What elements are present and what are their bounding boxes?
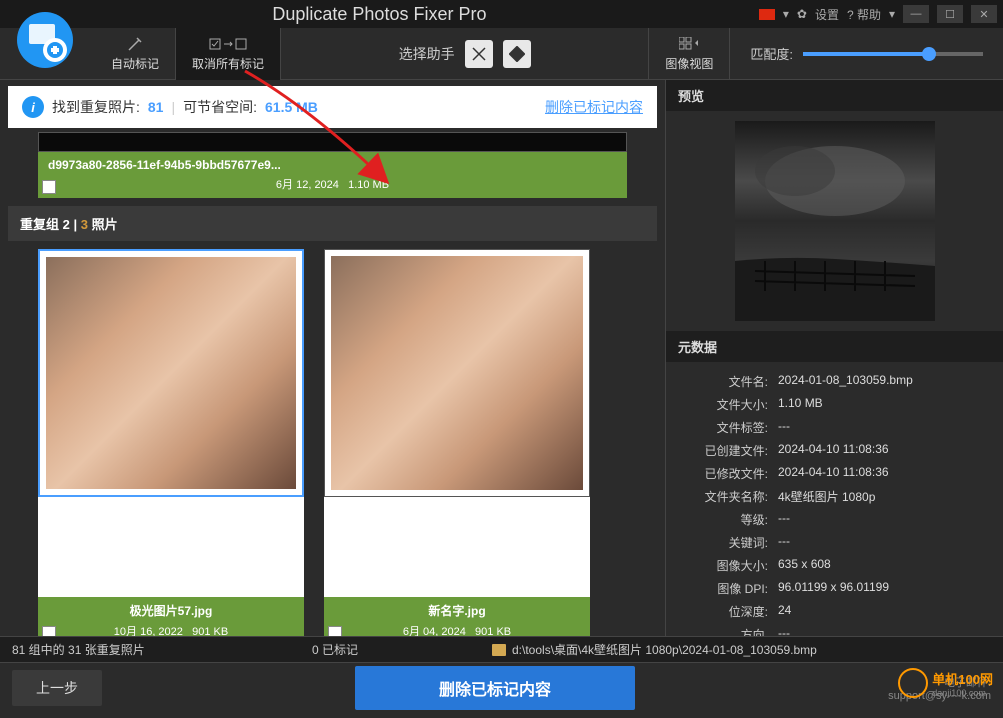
helper-tool-1[interactable] [465,40,493,68]
minimize-button[interactable]: — [903,5,929,23]
help-dropdown-icon[interactable]: ▾ [889,7,895,21]
photo-card[interactable]: 新名字.jpg 6月 04, 2024 901 KB [324,249,590,636]
preview-image [735,121,935,321]
help-link[interactable]: ? 帮助 [847,6,881,23]
meta-row: 文件名:2024-01-08_103059.bmp [666,370,1003,393]
match-label: 匹配度: [750,44,793,63]
status-path: d:\tools\桌面\4k壁纸图片 1080p\2024-01-08_1030… [512,641,817,658]
metadata-list: 文件名:2024-01-08_103059.bmp 文件大小:1.10 MB 文… [666,362,1003,636]
photo-card[interactable]: 极光图片57.jpg 10月 16, 2022 901 KB [38,249,304,636]
found-count: 81 [148,99,164,115]
auto-mark-button[interactable]: 自动标记 [95,28,176,80]
photo-thumbnail [46,257,296,489]
app-logo-icon [15,10,75,70]
delete-marked-link[interactable]: 删除已标记内容 [545,97,643,117]
delete-marked-button[interactable]: 删除已标记内容 [355,666,635,710]
photo-filename: d9973a80-2856-11ef-94b5-9bbd57677e9... [48,158,617,172]
bottom-bar: 上一步 删除已标记内容 电子邮件: support@sy----k.com [0,662,1003,712]
meta-row: 方向.--- [666,623,1003,636]
dropdown-icon[interactable]: ▾ [783,7,789,21]
unmark-all-button[interactable]: 取消所有标记 [176,28,281,80]
photo-filename: 新名字.jpg [334,602,580,619]
toolbar: 自动标记 取消所有标记 选择助手 图像视图 匹配度: [0,28,1003,80]
gear-icon[interactable]: ✿ [797,7,807,21]
watermark: 单机100网 danji100.com [898,668,993,698]
save-label: 可节省空间: [183,97,257,117]
folder-icon [492,644,506,656]
close-button[interactable]: ✕ [971,5,997,23]
photo-thumbnail [331,256,583,490]
status-marked: 0 已标记 [312,641,492,658]
meta-row: 等级:--- [666,508,1003,531]
back-button[interactable]: 上一步 [12,670,102,706]
meta-row: 图像 DPI:96.01199 x 96.01199 [666,577,1003,600]
info-bar: i 找到重复照片: 81 | 可节省空间: 61.5 MB 删除已标记内容 [8,86,657,128]
metadata-header: 元数据 [666,331,1003,362]
match-slider[interactable] [803,52,983,56]
meta-row: 关键词:--- [666,531,1003,554]
detail-panel: 预览 元数据 文件名:2024-01-08_103059.bmp 文件大小:1.… [665,80,1003,636]
title-bar: Duplicate Photos Fixer Pro ▾ ✿ 设置 ? 帮助 ▾… [0,0,1003,28]
image-view-button[interactable]: 图像视图 [648,28,730,80]
helper-tool-2[interactable] [503,40,531,68]
unmark-icon [208,35,248,53]
photo-checkbox[interactable] [42,180,56,194]
save-size: 61.5 MB [265,99,318,115]
meta-row: 已修改文件:2024-04-10 11:08:36 [666,462,1003,485]
settings-link[interactable]: 设置 [815,6,839,23]
wand-icon [127,35,143,53]
select-helper-label: 选择助手 [399,44,455,64]
meta-row: 文件标签:--- [666,416,1003,439]
found-label: 找到重复照片: [52,97,140,117]
photo-item[interactable]: d9973a80-2856-11ef-94b5-9bbd57677e9... 6… [38,132,627,198]
photo-checkbox[interactable] [42,626,56,636]
meta-row: 位深度:24 [666,600,1003,623]
app-title: Duplicate Photos Fixer Pro [0,4,759,25]
preview-header: 预览 [666,80,1003,111]
group-header: 重复组 2 | 3 照片 [8,206,657,241]
results-panel: i 找到重复照片: 81 | 可节省空间: 61.5 MB 删除已标记内容 d9… [0,80,665,636]
info-icon: i [22,96,44,118]
photo-filename: 极光图片57.jpg [48,602,294,619]
meta-row: 文件大小:1.10 MB [666,393,1003,416]
photo-checkbox[interactable] [328,626,342,636]
meta-row: 已创建文件:2024-04-10 11:08:36 [666,439,1003,462]
grid-icon [679,35,699,53]
meta-row: 图像大小:635 x 608 [666,554,1003,577]
photo-thumbnail [38,132,627,152]
status-bar: 81 组中的 31 张重复照片 0 已标记 d:\tools\桌面\4k壁纸图片… [0,636,1003,662]
meta-row: 文件夹名称:4k壁纸图片 1080p [666,485,1003,508]
status-summary: 81 组中的 31 张重复照片 [12,641,312,658]
flag-icon[interactable] [759,9,775,20]
maximize-button[interactable]: ☐ [937,5,963,23]
